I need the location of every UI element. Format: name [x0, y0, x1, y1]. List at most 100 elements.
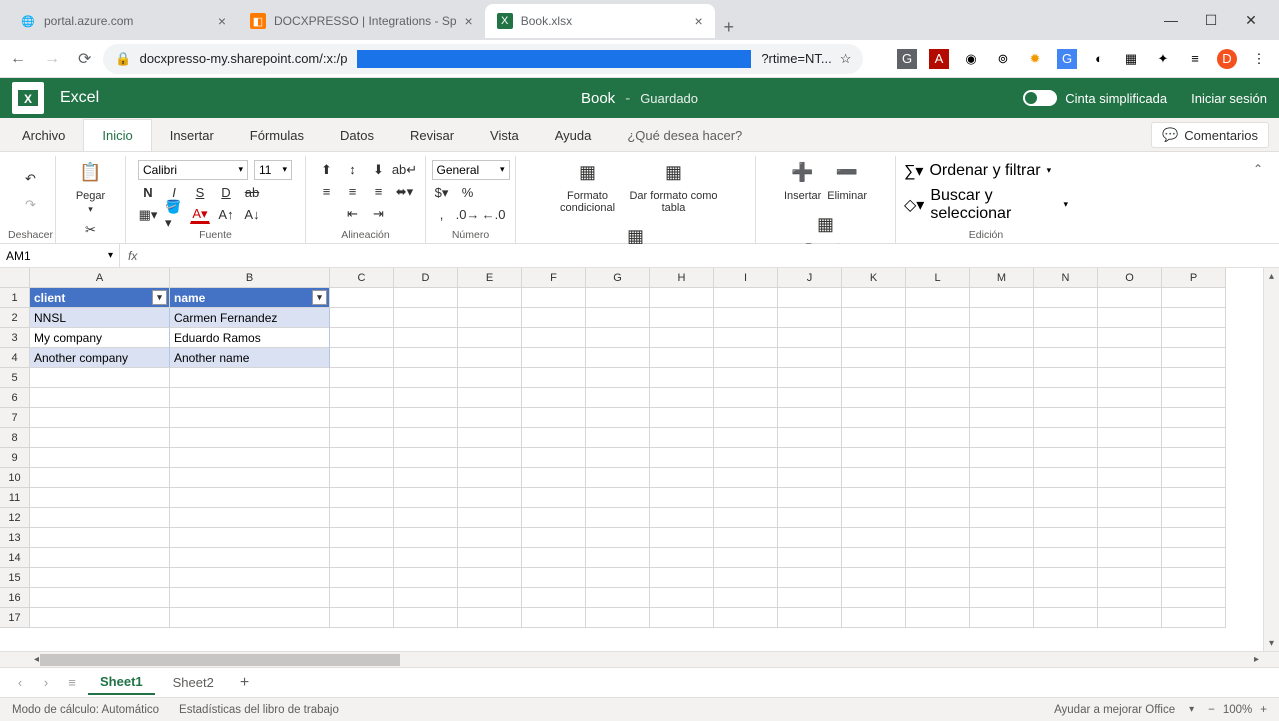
cell[interactable] [1162, 408, 1226, 428]
close-icon[interactable]: × [695, 13, 703, 29]
number-format-select[interactable]: General▾ [432, 160, 510, 180]
cell[interactable] [1162, 288, 1226, 308]
cell[interactable] [906, 308, 970, 328]
cell[interactable] [522, 368, 586, 388]
cell[interactable] [330, 488, 394, 508]
cell[interactable] [330, 588, 394, 608]
cell[interactable] [522, 328, 586, 348]
cell[interactable] [970, 588, 1034, 608]
cell[interactable] [906, 568, 970, 588]
cell[interactable] [1162, 488, 1226, 508]
collapse-ribbon-icon[interactable]: ⌃ [1243, 156, 1273, 243]
cell[interactable] [970, 448, 1034, 468]
cell[interactable] [714, 308, 778, 328]
add-sheet-button[interactable]: + [232, 674, 257, 692]
scroll-down-icon[interactable]: ▾ [1264, 635, 1279, 651]
cell[interactable] [30, 528, 170, 548]
cell[interactable] [522, 528, 586, 548]
cell[interactable] [522, 308, 586, 328]
ext-icon[interactable]: ◉ [961, 49, 981, 69]
cell[interactable] [394, 488, 458, 508]
browser-tab-docxpresso[interactable]: ◧ DOCXPRESSO | Integrations - Sp × [238, 4, 485, 38]
cell[interactable] [394, 508, 458, 528]
cell[interactable] [522, 348, 586, 368]
currency-icon[interactable]: $▾ [432, 184, 452, 202]
cell[interactable] [650, 288, 714, 308]
cell[interactable] [458, 428, 522, 448]
insert-cells-button[interactable]: ➕Insertar [784, 156, 821, 202]
row-header[interactable]: 5 [0, 368, 30, 388]
cell[interactable] [970, 408, 1034, 428]
all-sheets-icon[interactable]: ≡ [62, 675, 82, 690]
cell[interactable] [906, 488, 970, 508]
increase-indent-icon[interactable]: ⇥ [369, 205, 389, 223]
cell[interactable] [1034, 428, 1098, 448]
cell[interactable] [842, 308, 906, 328]
cell[interactable] [778, 508, 842, 528]
cell[interactable] [1034, 368, 1098, 388]
cell[interactable] [1034, 328, 1098, 348]
menu-vista[interactable]: Vista [472, 120, 537, 151]
cell[interactable] [458, 348, 522, 368]
undo-icon[interactable]: ↶ [21, 170, 41, 188]
cell[interactable] [714, 588, 778, 608]
col-header[interactable]: M [970, 268, 1034, 288]
cell[interactable] [170, 608, 330, 628]
align-middle-icon[interactable]: ↕ [343, 161, 363, 179]
cell[interactable] [714, 568, 778, 588]
cell[interactable] [778, 588, 842, 608]
cell[interactable] [778, 408, 842, 428]
font-size-select[interactable]: 11▾ [254, 160, 292, 180]
col-header[interactable]: G [586, 268, 650, 288]
cell[interactable] [170, 568, 330, 588]
cell[interactable] [30, 388, 170, 408]
border-icon[interactable]: ▦▾ [138, 206, 158, 224]
cell[interactable] [458, 368, 522, 388]
cell[interactable] [170, 508, 330, 528]
cell[interactable] [842, 448, 906, 468]
cell[interactable] [586, 488, 650, 508]
cell[interactable] [1098, 528, 1162, 548]
back-icon[interactable]: ← [10, 50, 26, 68]
cell[interactable] [842, 568, 906, 588]
cell[interactable]: client▾ [30, 288, 170, 308]
close-icon[interactable]: × [218, 13, 226, 29]
cell[interactable] [1034, 608, 1098, 628]
cell[interactable] [1034, 288, 1098, 308]
cell[interactable] [170, 548, 330, 568]
row-header[interactable]: 10 [0, 468, 30, 488]
scroll-right-icon[interactable]: ▸ [1254, 654, 1259, 665]
cell[interactable] [30, 588, 170, 608]
cell[interactable] [1098, 508, 1162, 528]
cell[interactable] [586, 468, 650, 488]
cell[interactable] [1098, 468, 1162, 488]
cell[interactable] [586, 348, 650, 368]
cell[interactable] [906, 428, 970, 448]
cell[interactable] [650, 588, 714, 608]
sheet-tab-1[interactable]: Sheet1 [88, 670, 155, 695]
cell[interactable] [330, 428, 394, 448]
cell[interactable] [1098, 328, 1162, 348]
cell[interactable] [906, 368, 970, 388]
row-header[interactable]: 2 [0, 308, 30, 328]
cell[interactable] [778, 568, 842, 588]
cell[interactable] [714, 488, 778, 508]
cell[interactable] [330, 528, 394, 548]
col-header[interactable]: E [458, 268, 522, 288]
cell[interactable] [458, 308, 522, 328]
cell[interactable] [970, 428, 1034, 448]
cell[interactable] [330, 308, 394, 328]
sheet-nav-next-icon[interactable]: › [36, 675, 56, 690]
cell[interactable] [1034, 468, 1098, 488]
extensions-icon[interactable]: ✦ [1153, 49, 1173, 69]
doc-name[interactable]: Book [581, 90, 615, 107]
menu-inicio[interactable]: Inicio [83, 119, 151, 151]
row-header[interactable]: 8 [0, 428, 30, 448]
cell[interactable] [1098, 288, 1162, 308]
find-select-button[interactable]: ◇▾ Buscar y seleccionar▾ [904, 187, 1068, 223]
cell[interactable]: Carmen Fernandez [170, 308, 330, 328]
cell[interactable] [586, 608, 650, 628]
cell[interactable] [30, 548, 170, 568]
cell[interactable]: NNSL [30, 308, 170, 328]
cell[interactable] [842, 468, 906, 488]
